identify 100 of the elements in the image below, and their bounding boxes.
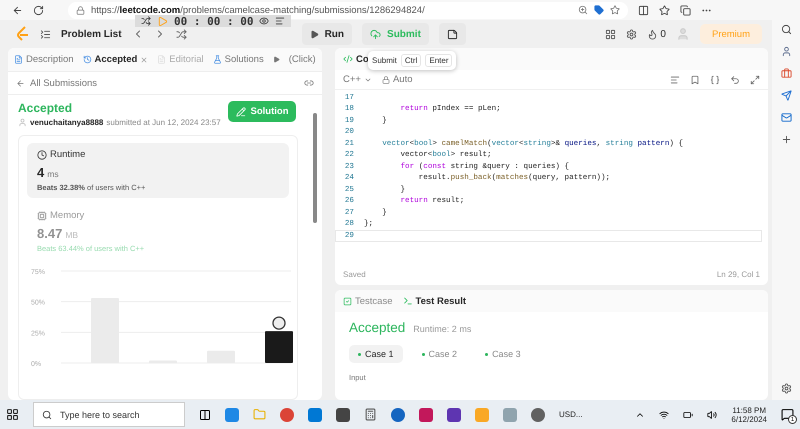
add-icon[interactable] (780, 134, 792, 145)
clock-icon (37, 150, 47, 160)
wifi-icon[interactable] (659, 410, 670, 420)
stat-title: Memory (50, 210, 84, 221)
terminal-icon (402, 296, 412, 306)
task-view-icon[interactable] (199, 408, 211, 420)
clock-date: 6/12/2024 (731, 414, 767, 424)
favorites-icon[interactable] (659, 4, 670, 16)
settings-icon[interactable] (626, 28, 638, 40)
clock-time: 11:58 PM (732, 406, 766, 414)
eye-icon[interactable] (259, 16, 270, 26)
editor-tab[interactable]: Co (356, 54, 369, 64)
play-icon (272, 56, 280, 63)
tooltip-label: Submit (372, 56, 397, 65)
start-icon[interactable] (6, 408, 19, 421)
code-icon (343, 54, 353, 64)
app-icon[interactable] (531, 408, 545, 422)
scrollbar-thumb[interactable] (313, 113, 317, 223)
code-app-icon[interactable] (308, 408, 322, 422)
document-icon (157, 55, 166, 64)
currency-widget[interactable]: USD... (559, 410, 583, 419)
braces-icon[interactable] (710, 74, 720, 84)
case-tab[interactable]: Case 1 (349, 345, 403, 363)
battery-icon[interactable] (683, 410, 694, 420)
result-status: Accepted (349, 320, 406, 335)
app-icon[interactable] (391, 408, 405, 422)
back-arrow-icon (16, 78, 25, 88)
list-icon (40, 28, 51, 40)
taskbar-search[interactable]: Type here to search (33, 402, 185, 427)
link-icon[interactable] (304, 78, 314, 88)
grid-icon[interactable] (605, 28, 616, 40)
stat-value: 4 (37, 165, 44, 180)
bookmark-icon[interactable] (690, 74, 700, 84)
calculator-icon[interactable] (364, 408, 377, 421)
format-icon[interactable] (670, 74, 680, 84)
briefcase-icon[interactable] (780, 68, 792, 79)
options-icon[interactable] (275, 16, 286, 26)
volume-icon[interactable] (707, 410, 718, 420)
all-submissions-link[interactable]: All Submissions (16, 78, 98, 88)
case-tab[interactable]: Case 3 (476, 345, 530, 363)
save-status: Saved (343, 270, 366, 278)
lock-icon (76, 6, 85, 14)
tag-icon[interactable] (594, 5, 604, 15)
app-icon[interactable] (447, 408, 461, 422)
click-hint: (Click) (288, 54, 316, 65)
search-icon (42, 410, 52, 420)
panel-tab[interactable]: Test Result (402, 296, 466, 306)
run-button[interactable]: Run (302, 23, 352, 45)
panel-tab[interactable]: Testcase (343, 296, 392, 306)
split-view-icon[interactable] (638, 4, 649, 16)
expand-icon[interactable] (750, 74, 760, 84)
reload-icon[interactable] (33, 4, 44, 16)
auto-mode[interactable]: Auto (382, 74, 413, 85)
case-tab[interactable]: Case 2 (412, 345, 466, 363)
avatar-marker-icon (272, 316, 286, 330)
mail-icon[interactable] (780, 112, 792, 123)
app-icon[interactable] (336, 408, 350, 422)
flame-icon (647, 28, 658, 40)
chrome-app-icon[interactable] (280, 408, 294, 422)
panel-tab[interactable]: Accepted (82, 54, 148, 65)
stat-title: Runtime (50, 149, 86, 160)
submitted-time: submitted at Jun 12, 2024 23:57 (106, 118, 221, 127)
stat-unit: MB (65, 230, 78, 240)
shuffle-icon[interactable] (176, 28, 187, 40)
checkbox-icon (343, 296, 352, 306)
problem-list-link[interactable]: Problem List (61, 28, 122, 40)
key-label: Enter (425, 54, 452, 67)
result-runtime: Runtime: 2 ms (413, 324, 472, 334)
stat-value: 8.47 (37, 226, 62, 241)
star-icon[interactable] (610, 5, 620, 15)
cursor-position: Ln 29, Col 1 (716, 270, 760, 278)
panel-tab[interactable]: Solutions (212, 54, 264, 65)
app-icon[interactable] (419, 408, 433, 422)
chip-icon (37, 210, 47, 220)
panel-tab[interactable]: Description (14, 54, 74, 65)
username[interactable]: venuchaitanya8888 (30, 118, 104, 127)
people-icon[interactable] (780, 46, 792, 57)
document-icon (14, 55, 23, 64)
settings-icon[interactable] (780, 383, 792, 394)
browser-app-icon[interactable] (225, 408, 239, 422)
streak-count: 0 (660, 28, 666, 40)
collections-icon[interactable] (680, 4, 691, 16)
search-icon[interactable] (780, 24, 792, 35)
upload-icon (370, 28, 382, 40)
play-icon (310, 30, 319, 38)
edit-icon (236, 106, 246, 116)
back-icon[interactable] (12, 4, 23, 16)
lock-icon (382, 76, 390, 84)
user-icon (18, 118, 27, 127)
language-select[interactable]: C++ (343, 74, 372, 85)
stat-unit: ms (47, 169, 59, 179)
undo-icon[interactable] (730, 74, 740, 84)
solution-button[interactable]: Solution (228, 101, 296, 122)
address-bar[interactable]: https://leetcode.com/problems/camelcase-matching/submissions/1286294824/ (68, 2, 628, 18)
flask-icon (212, 55, 222, 64)
note-button[interactable] (438, 23, 466, 45)
note-icon (446, 28, 458, 40)
zoom-icon[interactable] (578, 5, 588, 15)
send-icon[interactable] (780, 90, 792, 101)
close-icon[interactable] (140, 56, 148, 64)
